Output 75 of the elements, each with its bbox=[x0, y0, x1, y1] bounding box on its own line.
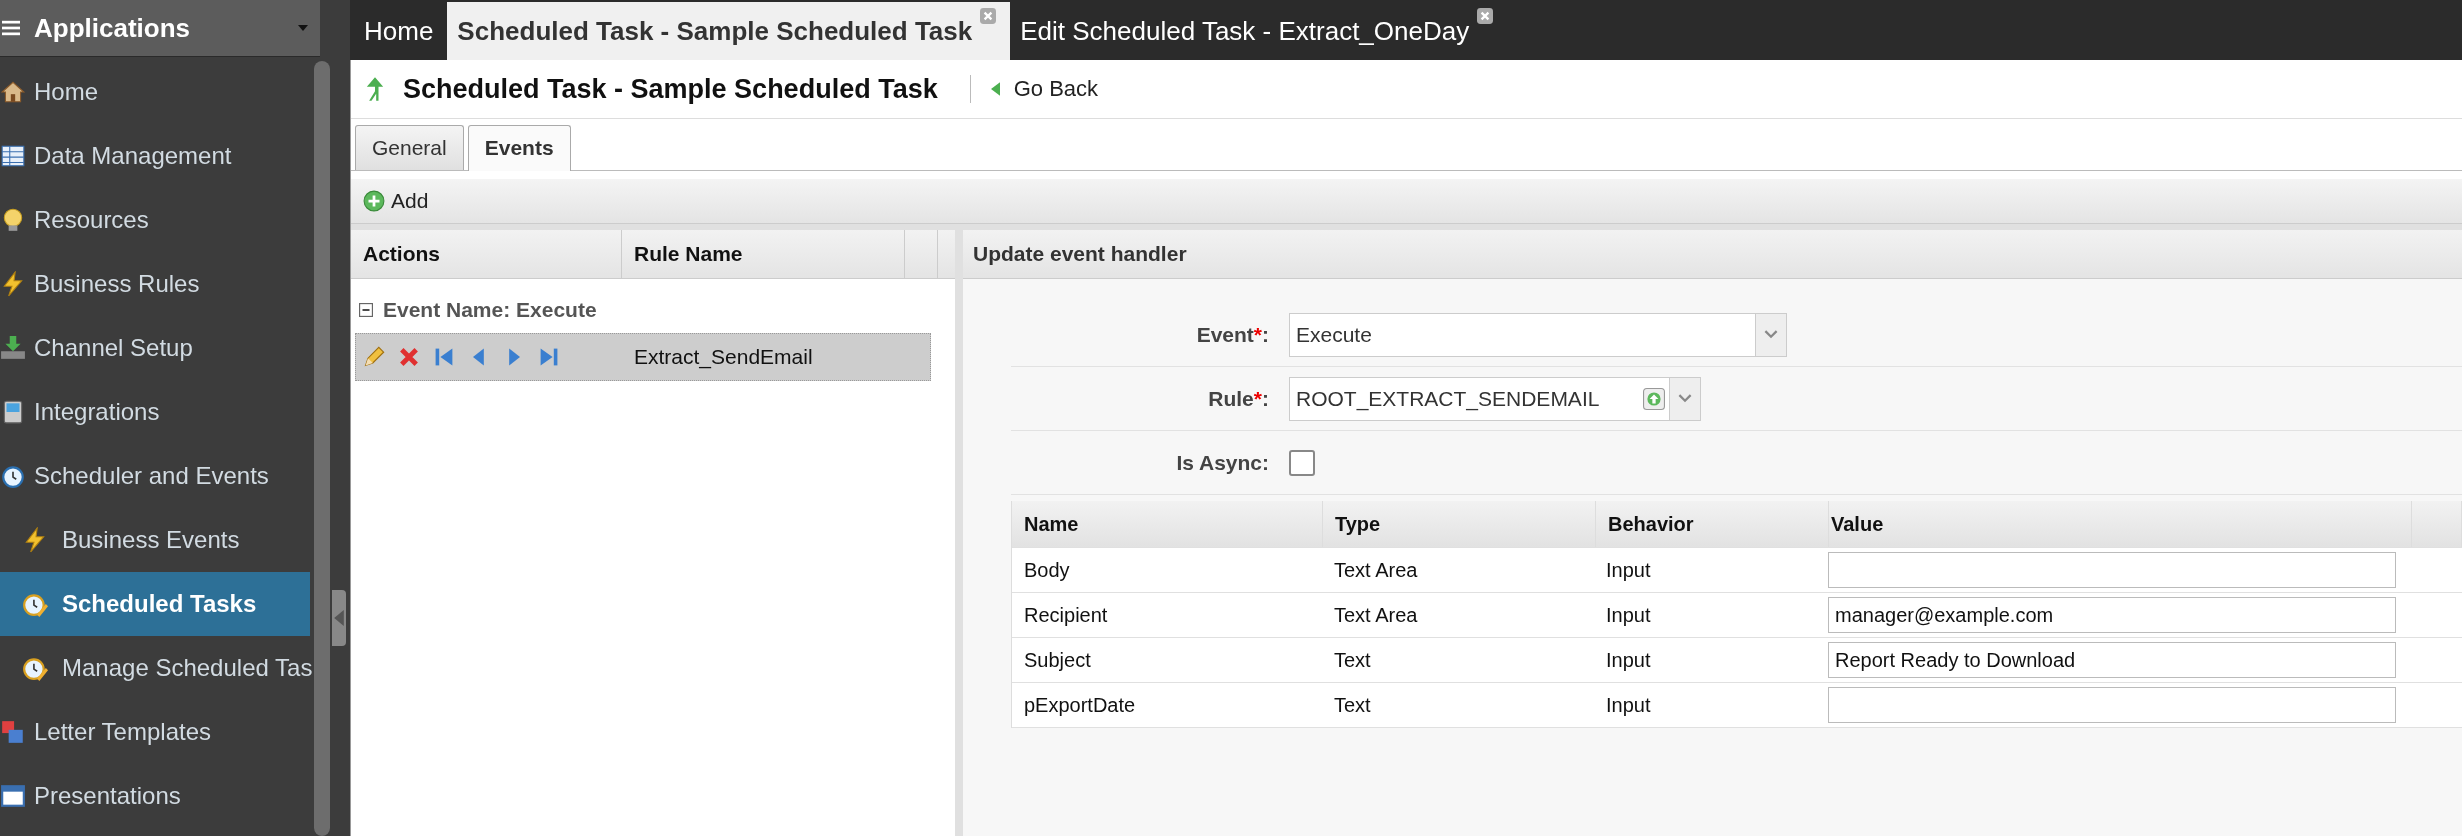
pencil-icon[interactable] bbox=[362, 345, 386, 369]
tab[interactable]: Home bbox=[354, 2, 448, 60]
value-field[interactable]: manager@example.com bbox=[1828, 597, 2396, 633]
sidebar-item[interactable]: Scheduled Tasks bbox=[0, 572, 310, 636]
table-cell-text: Recipient bbox=[1023, 602, 1109, 628]
menu-icon bbox=[2, 19, 20, 37]
event-row[interactable]: Extract_SendEmail bbox=[355, 333, 931, 381]
tab[interactable]: Events bbox=[467, 125, 571, 171]
table-cell-text: Input bbox=[1605, 647, 1652, 673]
sidebar-item[interactable]: Integrations bbox=[0, 380, 310, 444]
chevron-down-icon bbox=[1764, 330, 1778, 339]
chevron-down-icon bbox=[1678, 394, 1692, 403]
window-icon bbox=[0, 783, 26, 809]
rule-name: Extract_SendEmail bbox=[633, 345, 813, 369]
sidebar-header[interactable]: Applications bbox=[0, 0, 320, 57]
field-label: Event*: bbox=[1195, 322, 1269, 347]
sidebar-item[interactable]: Resources bbox=[0, 188, 310, 252]
sidebar-item[interactable]: Business Events bbox=[0, 508, 310, 572]
table-cell-text: Text bbox=[1333, 692, 1372, 718]
sidebar-item[interactable]: Channel Setup bbox=[0, 316, 310, 380]
column-header[interactable]: Actions bbox=[351, 230, 622, 278]
sidebar-item[interactable]: Letter Templates bbox=[0, 700, 310, 764]
clock-icon bbox=[22, 591, 48, 617]
checkbox[interactable] bbox=[1289, 449, 1315, 476]
rule-select[interactable]: ROOT_EXTRACT_SENDEMAIL bbox=[1289, 376, 1701, 421]
table-cell-text: Input bbox=[1605, 692, 1652, 718]
sidebar-item[interactable]: Manage Scheduled Tas bbox=[0, 636, 310, 700]
sidebar-item[interactable]: Presentations bbox=[0, 764, 310, 828]
scrollbar[interactable] bbox=[314, 61, 330, 836]
field-label: Rule*: bbox=[1207, 386, 1269, 411]
table-cell-text: Text bbox=[1333, 647, 1372, 673]
table-cell-text: Text Area bbox=[1333, 557, 1419, 583]
column-header[interactable]: Name bbox=[1012, 501, 1323, 547]
group-label: Event Name: Execute bbox=[383, 298, 597, 322]
sidebar-item[interactable]: Home bbox=[0, 60, 310, 124]
field-label: Is Async: bbox=[1175, 450, 1269, 475]
table-icon bbox=[0, 143, 26, 169]
collapse-toggle-icon[interactable] bbox=[359, 303, 373, 317]
tab[interactable]: Edit Scheduled Task - Extract_OneDay bbox=[1010, 2, 1508, 60]
page-title: Scheduled Task - Sample Scheduled Task bbox=[403, 73, 938, 105]
value-field[interactable] bbox=[1828, 552, 2396, 588]
table-cell-text: Body bbox=[1023, 557, 1071, 583]
table-cell-text: Input bbox=[1605, 557, 1652, 583]
bolt-icon bbox=[0, 271, 26, 297]
triangle-left-icon bbox=[990, 82, 1000, 96]
house-icon bbox=[0, 79, 26, 105]
event-select[interactable]: Execute bbox=[1289, 312, 1787, 357]
column-header[interactable]: Value bbox=[1829, 501, 2412, 547]
sidebar-item[interactable]: Business Rules bbox=[0, 252, 310, 316]
bolt-icon bbox=[22, 527, 48, 553]
close-icon[interactable] bbox=[1477, 8, 1494, 24]
table-cell-text: Input bbox=[1605, 602, 1652, 628]
table-cell-text: Subject bbox=[1023, 647, 1092, 673]
column-header[interactable]: Behavior bbox=[1596, 501, 1829, 547]
collapse-handle[interactable] bbox=[332, 0, 350, 836]
sidebar-item[interactable]: Scheduler and Events bbox=[0, 444, 310, 508]
value-field[interactable]: Report Ready to Download bbox=[1828, 642, 2396, 678]
table-cell-text: pExportDate bbox=[1023, 692, 1137, 718]
column-header[interactable]: Type bbox=[1323, 501, 1596, 547]
arrow-up-icon[interactable] bbox=[1643, 387, 1665, 410]
table-cell-text: Text Area bbox=[1333, 602, 1419, 628]
delete-icon[interactable] bbox=[397, 345, 421, 369]
column-header[interactable]: Rule Name bbox=[622, 230, 905, 278]
sidebar-title: Applications bbox=[34, 12, 191, 44]
value-field[interactable] bbox=[1828, 687, 2396, 723]
add-button[interactable]: Add bbox=[357, 185, 435, 217]
panel-title: Update event handler bbox=[973, 242, 1187, 266]
sidebar-item[interactable]: Data Management bbox=[0, 124, 310, 188]
caret-icon bbox=[298, 25, 308, 31]
tab[interactable]: General bbox=[355, 125, 464, 170]
download-icon bbox=[0, 335, 26, 361]
tab[interactable]: Scheduled Task - Sample Scheduled Task bbox=[447, 2, 1011, 60]
plus-icon bbox=[363, 190, 385, 212]
clock-icon bbox=[22, 655, 48, 681]
go-back-link[interactable]: Go Back bbox=[990, 76, 1099, 102]
